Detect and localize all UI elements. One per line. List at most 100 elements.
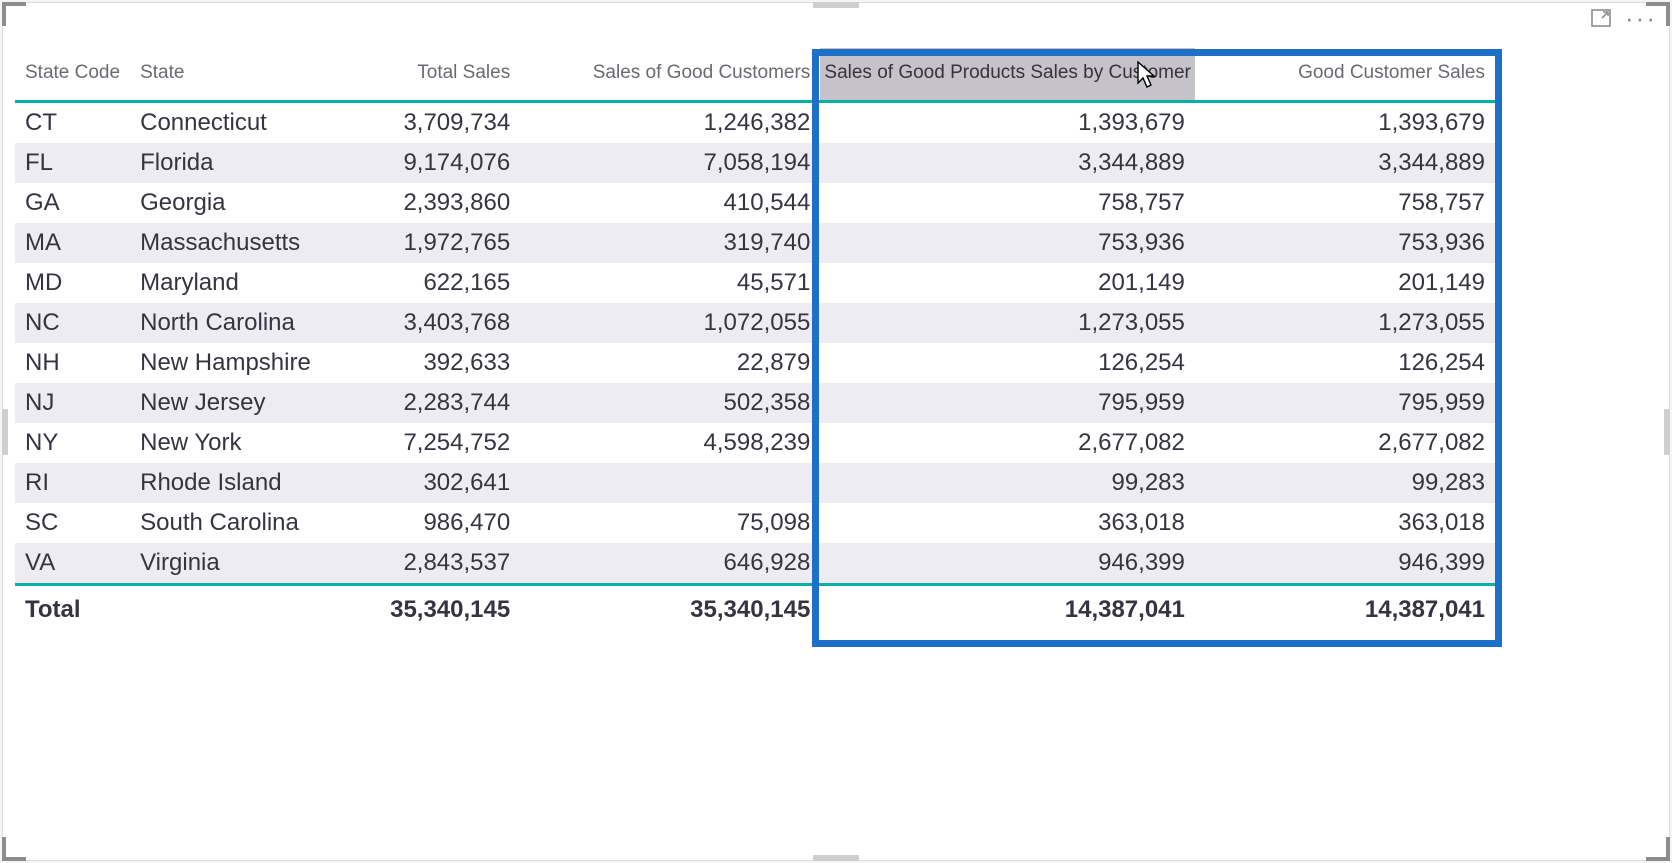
- cell-good2: 363,018: [820, 503, 1195, 543]
- cell-good3: 2,677,082: [1195, 423, 1495, 463]
- cell-good1: 4,598,239: [520, 423, 820, 463]
- resize-handle-left[interactable]: [2, 409, 8, 455]
- column-header-state[interactable]: State: [130, 48, 350, 102]
- cell-good3: 946,399: [1195, 543, 1495, 585]
- cell-code: SC: [15, 503, 130, 543]
- cell-good3: 753,936: [1195, 223, 1495, 263]
- cell-good1: 1,246,382: [520, 102, 820, 144]
- cell-state: New Hampshire: [130, 343, 350, 383]
- cell-good1: 502,358: [520, 383, 820, 423]
- cell-good1: 75,098: [520, 503, 820, 543]
- cell-good3: 1,393,679: [1195, 102, 1495, 144]
- column-header-good1[interactable]: Sales of Good Customers: [520, 48, 820, 102]
- cell-code: MA: [15, 223, 130, 263]
- focus-mode-icon[interactable]: [1591, 9, 1611, 27]
- table-row[interactable]: NCNorth Carolina3,403,7681,072,0551,273,…: [15, 303, 1495, 343]
- totals-good3: 14,387,041: [1195, 585, 1495, 637]
- column-header-state_code[interactable]: State Code: [15, 48, 130, 102]
- cell-good2: 1,393,679: [820, 102, 1195, 144]
- visual-header-icons: ···: [1591, 9, 1657, 27]
- cell-good2: 758,757: [820, 183, 1195, 223]
- cell-good2: 795,959: [820, 383, 1195, 423]
- cell-state: Georgia: [130, 183, 350, 223]
- resize-handle-top[interactable]: [813, 2, 859, 8]
- cell-good3: 795,959: [1195, 383, 1495, 423]
- cell-good1: 7,058,194: [520, 143, 820, 183]
- cell-good1: 45,571: [520, 263, 820, 303]
- cell-code: NH: [15, 343, 130, 383]
- cell-good3: 126,254: [1195, 343, 1495, 383]
- cell-good1: 410,544: [520, 183, 820, 223]
- cell-good2: 946,399: [820, 543, 1195, 585]
- cell-good1: 646,928: [520, 543, 820, 585]
- cell-code: NY: [15, 423, 130, 463]
- cell-total: 3,403,768: [350, 303, 520, 343]
- data-table: State CodeStateTotal SalesSales of Good …: [15, 48, 1495, 636]
- cell-good2: 1,273,055: [820, 303, 1195, 343]
- cell-good3: 201,149: [1195, 263, 1495, 303]
- cell-total: 1,972,765: [350, 223, 520, 263]
- resize-corner-tl[interactable]: [2, 2, 26, 26]
- cell-code: CT: [15, 102, 130, 144]
- resize-corner-bl[interactable]: [2, 837, 26, 861]
- cell-state: Virginia: [130, 543, 350, 585]
- cell-code: GA: [15, 183, 130, 223]
- totals-state-blank: [130, 585, 350, 637]
- cell-state: Maryland: [130, 263, 350, 303]
- cell-good2: 126,254: [820, 343, 1195, 383]
- cell-state: New York: [130, 423, 350, 463]
- table-row[interactable]: MDMaryland622,16545,571201,149201,149: [15, 263, 1495, 303]
- cell-total: 2,393,860: [350, 183, 520, 223]
- cell-code: NJ: [15, 383, 130, 423]
- cell-good1: [520, 463, 820, 503]
- table-row[interactable]: RIRhode Island302,64199,28399,283: [15, 463, 1495, 503]
- table-header-row: State CodeStateTotal SalesSales of Good …: [15, 48, 1495, 102]
- totals-label: Total: [15, 585, 130, 637]
- cell-good2: 753,936: [820, 223, 1195, 263]
- cell-good2: 99,283: [820, 463, 1195, 503]
- table-row[interactable]: VAVirginia2,843,537646,928946,399946,399: [15, 543, 1495, 585]
- cell-good2: 2,677,082: [820, 423, 1195, 463]
- cell-code: NC: [15, 303, 130, 343]
- cell-state: Connecticut: [130, 102, 350, 144]
- more-options-icon[interactable]: ···: [1625, 11, 1657, 25]
- cell-state: Rhode Island: [130, 463, 350, 503]
- column-header-good3[interactable]: Good Customer Sales: [1195, 48, 1495, 102]
- resize-corner-br[interactable]: [1646, 837, 1670, 861]
- totals-total: 35,340,145: [350, 585, 520, 637]
- cell-total: 2,843,537: [350, 543, 520, 585]
- cell-total: 7,254,752: [350, 423, 520, 463]
- table-row[interactable]: NHNew Hampshire392,63322,879126,254126,2…: [15, 343, 1495, 383]
- table-row[interactable]: CTConnecticut3,709,7341,246,3821,393,679…: [15, 102, 1495, 144]
- table-visual[interactable]: ··· State CodeStateTotal SalesSales of G…: [2, 2, 1670, 861]
- cell-good1: 319,740: [520, 223, 820, 263]
- table-row[interactable]: GAGeorgia2,393,860410,544758,757758,757: [15, 183, 1495, 223]
- cell-state: Massachusetts: [130, 223, 350, 263]
- table-row[interactable]: FLFlorida9,174,0767,058,1943,344,8893,34…: [15, 143, 1495, 183]
- cell-good3: 3,344,889: [1195, 143, 1495, 183]
- resize-handle-right[interactable]: [1664, 409, 1670, 455]
- column-header-good2[interactable]: Sales of Good Products Sales by Customer: [820, 48, 1195, 102]
- cell-total: 986,470: [350, 503, 520, 543]
- table-row[interactable]: NYNew York7,254,7524,598,2392,677,0822,6…: [15, 423, 1495, 463]
- cell-code: RI: [15, 463, 130, 503]
- table-row[interactable]: NJNew Jersey2,283,744502,358795,959795,9…: [15, 383, 1495, 423]
- cell-total: 392,633: [350, 343, 520, 383]
- cell-good3: 99,283: [1195, 463, 1495, 503]
- column-header-total[interactable]: Total Sales: [350, 48, 520, 102]
- totals-row: Total 35,340,145 35,340,145 14,387,041 1…: [15, 585, 1495, 637]
- table-row[interactable]: MAMassachusetts1,972,765319,740753,93675…: [15, 223, 1495, 263]
- totals-good2: 14,387,041: [820, 585, 1195, 637]
- cell-code: VA: [15, 543, 130, 585]
- table-row[interactable]: SCSouth Carolina986,47075,098363,018363,…: [15, 503, 1495, 543]
- cell-state: New Jersey: [130, 383, 350, 423]
- cell-state: Florida: [130, 143, 350, 183]
- cell-state: North Carolina: [130, 303, 350, 343]
- cell-total: 9,174,076: [350, 143, 520, 183]
- cell-good1: 1,072,055: [520, 303, 820, 343]
- cell-total: 622,165: [350, 263, 520, 303]
- cell-total: 2,283,744: [350, 383, 520, 423]
- cell-total: 3,709,734: [350, 102, 520, 144]
- cell-code: MD: [15, 263, 130, 303]
- resize-handle-bottom[interactable]: [813, 855, 859, 861]
